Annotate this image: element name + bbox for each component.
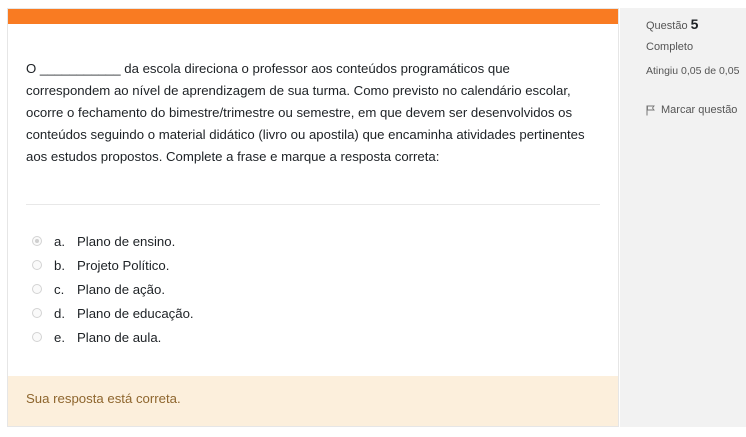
option-letter: e. [54, 329, 65, 345]
option-d[interactable]: d. Plano de educação. [32, 301, 194, 325]
option-b[interactable]: b. Projeto Político. [32, 253, 194, 277]
option-e[interactable]: e. Plano de aula. [32, 325, 194, 349]
radio-a[interactable] [32, 236, 42, 246]
answer-options: a. Plano de ensino. b. Projeto Político.… [32, 229, 194, 349]
question-text: O ___________ da escola direciona o prof… [26, 61, 585, 164]
option-label: Projeto Político. [77, 257, 170, 273]
question-info-panel: Questão 5 Completo Atingiu 0,05 de 0,05 … [620, 8, 746, 427]
radio-d[interactable] [32, 308, 42, 318]
question-number-value: 5 [690, 16, 699, 32]
option-label: Plano de aula. [77, 329, 162, 345]
option-letter: a. [54, 233, 65, 249]
option-label: Plano de ensino. [77, 233, 176, 249]
question-number: Questão 5 [646, 16, 698, 32]
option-letter: c. [54, 281, 65, 297]
option-label: Plano de ação. [77, 281, 165, 297]
radio-b[interactable] [32, 260, 42, 270]
flag-label: Marcar questão [661, 104, 738, 116]
option-c[interactable]: c. Plano de ação. [32, 277, 194, 301]
option-letter: d. [54, 305, 65, 321]
accent-bar [8, 9, 618, 24]
question-grade: Atingiu 0,05 de 0,05 [646, 65, 740, 77]
option-a[interactable]: a. Plano de ensino. [32, 229, 194, 253]
flag-icon [646, 105, 655, 115]
divider [26, 204, 600, 205]
question-card: O ___________ da escola direciona o prof… [7, 8, 619, 427]
option-letter: b. [54, 257, 65, 273]
option-label: Plano de educação. [77, 305, 194, 321]
question-label: Questão [646, 20, 688, 32]
radio-c[interactable] [32, 284, 42, 294]
flag-question-link[interactable]: Marcar questão [646, 104, 737, 116]
feedback-text: Sua resposta está correta. [26, 391, 181, 406]
feedback-box: Sua resposta está correta. [8, 376, 618, 426]
radio-e[interactable] [32, 332, 42, 342]
question-state: Completo [646, 41, 694, 53]
